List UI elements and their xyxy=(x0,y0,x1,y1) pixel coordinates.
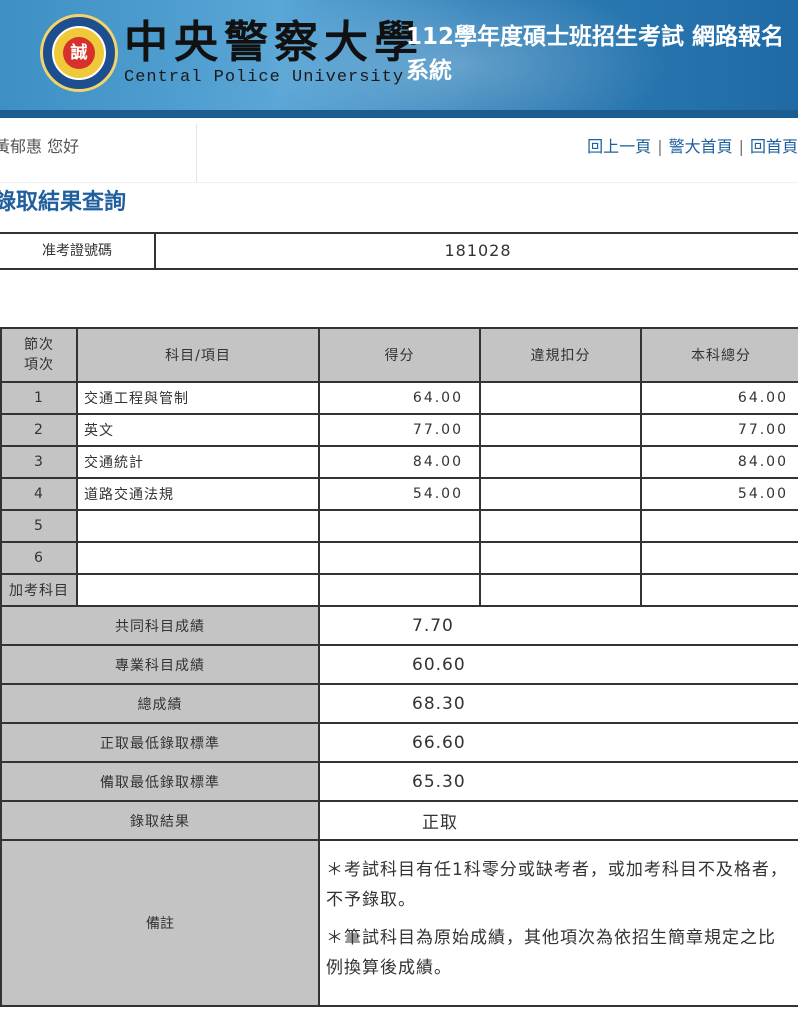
header-banner: 誠 中央警察大學 Central Police University 112學年… xyxy=(0,0,798,118)
row-subject: 英文 xyxy=(76,413,320,447)
result-value: 66.60 xyxy=(318,722,798,763)
exam-id-value: 181028 xyxy=(444,241,512,260)
result-label: 備取最低錄取標準 xyxy=(0,761,320,802)
system-title: 112學年度碩士班招生考試 網路報名系統 xyxy=(406,24,785,84)
banner-bottom-bar xyxy=(0,110,798,118)
result-label: 總成績 xyxy=(0,683,320,724)
table-header-row: 節次項次 科目/項目 得分 違規扣分 本科總分 xyxy=(0,327,798,383)
row-deduction xyxy=(479,573,642,607)
row-number: 2 xyxy=(0,413,78,447)
row-deduction xyxy=(479,541,642,575)
result-label: 共同科目成績 xyxy=(0,605,320,646)
table-row: 3 交通統計 84.00 84.00 xyxy=(0,445,798,479)
nav-link-cpu-home[interactable]: 警大首頁 xyxy=(669,137,733,156)
row-subject xyxy=(76,573,320,607)
nav-row: 黃郁惠 您好 回上一頁 | 警大首頁 | 回首頁 xyxy=(0,124,798,164)
row-total xyxy=(640,573,798,607)
result-row-common: 共同科目成績 7.70 xyxy=(0,605,798,646)
nav-links: 回上一頁 | 警大首頁 | 回首頁 xyxy=(587,133,798,157)
result-label: 錄取結果 xyxy=(0,800,320,841)
university-logo-icon: 誠 xyxy=(40,14,118,92)
row-score xyxy=(318,509,481,543)
score-table: 節次項次 科目/項目 得分 違規扣分 本科總分 1 交通工程與管制 64.00 … xyxy=(0,327,798,1007)
result-row-admission: 錄取結果 正取 xyxy=(0,800,798,841)
table-row: 4 道路交通法規 54.00 54.00 xyxy=(0,477,798,511)
note-item: ＊筆試科目為原始成績，其他項次為依招生簡章規定之比例換算後成績。 xyxy=(326,928,776,978)
result-value: 60.60 xyxy=(318,644,798,685)
notes-row: 備註 ＊考試科目有任1科零分或缺考者，或加考科目不及格者，不予錄取。 ＊筆試科目… xyxy=(0,839,798,1007)
row-number: 4 xyxy=(0,477,78,511)
result-label: 專業科目成績 xyxy=(0,644,320,685)
row-score: 64.00 xyxy=(318,381,481,415)
row-subject xyxy=(76,509,320,543)
result-value: 7.70 xyxy=(318,605,798,646)
row-score: 54.00 xyxy=(318,477,481,511)
nav-divider xyxy=(196,124,197,182)
row-subject: 交通統計 xyxy=(76,445,320,479)
table-row: 5 xyxy=(0,509,798,543)
row-deduction xyxy=(479,477,642,511)
row-subject: 交通工程與管制 xyxy=(76,381,320,415)
header-deduction: 違規扣分 xyxy=(479,327,642,383)
row-total xyxy=(640,509,798,543)
nav-link-back[interactable]: 回上一頁 xyxy=(587,137,651,156)
result-label: 正取最低錄取標準 xyxy=(0,722,320,763)
header-total: 本科總分 xyxy=(640,327,798,383)
row-total: 77.00 xyxy=(640,413,798,447)
notes-content: ＊考試科目有任1科零分或缺考者，或加考科目不及格者，不予錄取。 ＊筆試科目為原始… xyxy=(318,839,798,1007)
row-score xyxy=(318,541,481,575)
page-title: 錄取結果查詢 xyxy=(0,190,127,215)
row-deduction xyxy=(479,413,642,447)
notes-label: 備註 xyxy=(0,839,320,1007)
nav-separator: | xyxy=(738,137,744,156)
nav-rule xyxy=(0,182,798,183)
exam-id-label: 准考證號碼 xyxy=(0,234,156,268)
result-value: 65.30 xyxy=(318,761,798,802)
row-subject: 道路交通法規 xyxy=(76,477,320,511)
row-deduction xyxy=(479,445,642,479)
row-score xyxy=(318,573,481,607)
university-name-zh: 中央警察大學 xyxy=(124,17,424,68)
table-row: 1 交通工程與管制 64.00 64.00 xyxy=(0,381,798,415)
row-number: 5 xyxy=(0,509,78,543)
table-row: 加考科目 xyxy=(0,573,798,607)
university-name-en: Central Police University xyxy=(124,68,405,87)
row-score: 84.00 xyxy=(318,445,481,479)
table-row: 6 xyxy=(0,541,798,575)
nav-link-home[interactable]: 回首頁 xyxy=(750,137,798,156)
header-score: 得分 xyxy=(318,327,481,383)
row-total xyxy=(640,541,798,575)
row-subject xyxy=(76,541,320,575)
row-number: 加考科目 xyxy=(0,573,78,607)
row-total: 84.00 xyxy=(640,445,798,479)
table-row: 2 英文 77.00 77.00 xyxy=(0,413,798,447)
row-total: 64.00 xyxy=(640,381,798,415)
result-value: 68.30 xyxy=(318,683,798,724)
row-score: 77.00 xyxy=(318,413,481,447)
row-deduction xyxy=(479,381,642,415)
row-number: 1 xyxy=(0,381,78,415)
header-subject: 科目/項目 xyxy=(76,327,320,383)
result-row-major: 專業科目成績 60.60 xyxy=(0,644,798,685)
row-number: 6 xyxy=(0,541,78,575)
note-item: ＊考試科目有任1科零分或缺考者，或加考科目不及格者，不予錄取。 xyxy=(326,860,788,910)
row-number: 3 xyxy=(0,445,78,479)
nav-separator: | xyxy=(657,137,663,156)
welcome-text: 黃郁惠 您好 xyxy=(0,137,80,156)
exam-id-box: 准考證號碼 181028 xyxy=(0,232,798,270)
row-total: 54.00 xyxy=(640,477,798,511)
row-deduction xyxy=(479,509,642,543)
result-row-regular-cutoff: 正取最低錄取標準 66.60 xyxy=(0,722,798,763)
result-row-waitlist-cutoff: 備取最低錄取標準 65.30 xyxy=(0,761,798,802)
result-row-total: 總成績 68.30 xyxy=(0,683,798,724)
header-number: 節次項次 xyxy=(0,327,78,383)
admission-result-value: 正取 xyxy=(318,800,798,841)
